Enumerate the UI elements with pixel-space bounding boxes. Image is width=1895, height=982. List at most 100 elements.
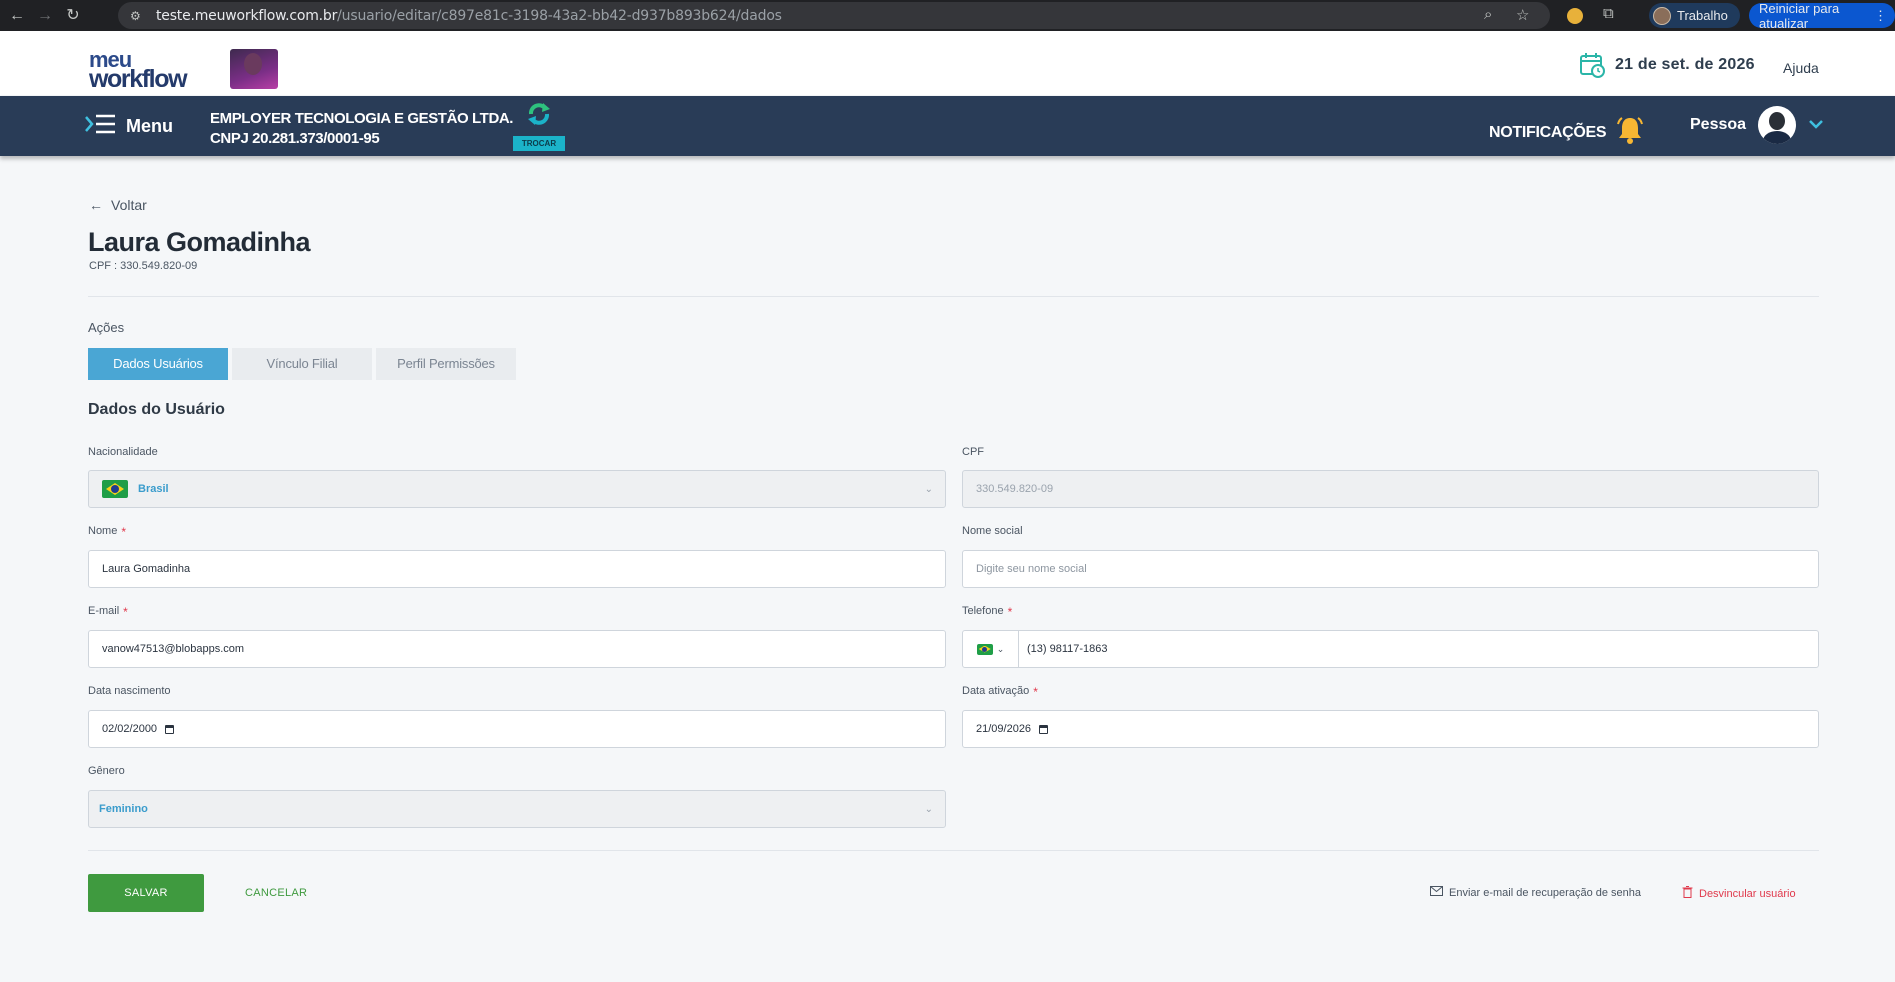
zoom-icon[interactable]: ⌕ bbox=[1484, 6, 1492, 23]
trash-icon bbox=[1682, 886, 1693, 901]
email-label: E-mail * bbox=[88, 605, 128, 619]
brazil-flag-icon bbox=[102, 480, 128, 498]
user-avatar bbox=[1758, 106, 1797, 144]
calendar-icon[interactable] bbox=[165, 724, 175, 734]
notifications-button[interactable]: NOTIFICAÇÕES bbox=[1489, 114, 1646, 151]
back-arrow-icon: ← bbox=[89, 197, 103, 213]
calendar-icon[interactable] bbox=[1039, 724, 1049, 734]
logo[interactable]: meu workflow bbox=[89, 48, 188, 94]
logo-line2: workflow bbox=[89, 65, 188, 94]
star-icon[interactable]: ☆ bbox=[1516, 6, 1529, 24]
switch-company[interactable]: TROCAR bbox=[513, 100, 565, 151]
divider bbox=[88, 850, 1819, 851]
forward-arrow-icon[interactable]: → bbox=[34, 5, 56, 27]
activation-date-input[interactable]: 21/09/2026 bbox=[962, 710, 1819, 748]
back-label: Voltar bbox=[111, 197, 147, 213]
update-label: Reiniciar para atualizar bbox=[1759, 0, 1840, 31]
name-label-text: Nome bbox=[88, 525, 118, 537]
help-link[interactable]: Ajuda bbox=[1783, 60, 1819, 76]
browser-toolbar: ← → ↻ ⚙ teste.meuworkflow.com.br/usuario… bbox=[0, 0, 1895, 31]
email-value: vanow47513@blobapps.com bbox=[102, 643, 245, 655]
tab-vinculo-filial[interactable]: Vínculo Filial bbox=[232, 348, 372, 380]
user-menu[interactable]: Pessoa bbox=[1690, 106, 1824, 144]
cpf-field: 330.549.820-09 bbox=[962, 470, 1819, 508]
required-mark: * bbox=[1033, 685, 1038, 699]
profile-button[interactable]: Trabalho bbox=[1649, 3, 1740, 28]
birth-date-input[interactable]: 02/02/2000 bbox=[88, 710, 946, 748]
company-cnpj: CNPJ 20.281.373/0001-95 bbox=[210, 130, 380, 147]
activation-date-label: Data ativação * bbox=[962, 685, 1038, 699]
name-input[interactable]: Laura Gomadinha bbox=[88, 550, 946, 588]
back-link[interactable]: ← Voltar bbox=[89, 197, 147, 213]
update-button[interactable]: Reiniciar para atualizar ⋮ bbox=[1749, 0, 1895, 31]
nationality-label: Nacionalidade bbox=[88, 446, 158, 458]
site-info-icon[interactable]: ⚙ bbox=[130, 9, 148, 23]
main-navbar: Menu EMPLOYER TECNOLOGIA E GESTÃO LTDA. … bbox=[0, 96, 1895, 156]
page-title: Laura Gomadinha bbox=[88, 227, 311, 257]
url-text[interactable]: teste.meuworkflow.com.br/usuario/editar/… bbox=[156, 8, 782, 24]
url-path: /usuario/editar/c897e81c-3198-43a2-bb42-… bbox=[337, 7, 782, 24]
switch-button[interactable]: TROCAR bbox=[513, 136, 565, 151]
recover-password-label: Enviar e-mail de recuperação de senha bbox=[1449, 886, 1642, 899]
required-mark: * bbox=[123, 605, 128, 619]
menu-icon bbox=[84, 113, 116, 140]
nationality-select[interactable]: Brasil ⌄ bbox=[88, 470, 946, 508]
unlink-user-label: Desvincular usuário bbox=[1699, 887, 1796, 900]
mail-icon bbox=[1430, 886, 1443, 899]
app-header: meu workflow 21 de set. de 2026 Ajuda bbox=[0, 31, 1895, 95]
phone-input[interactable]: ⌄ (13) 98117-1863 bbox=[962, 630, 1819, 668]
company-name: EMPLOYER TECNOLOGIA E GESTÃO LTDA. bbox=[210, 110, 514, 127]
gender-label-text: Gênero bbox=[88, 765, 125, 777]
calendar-icon bbox=[1579, 52, 1605, 78]
url-host: teste.meuworkflow.com.br bbox=[156, 7, 338, 24]
unlink-user-link[interactable]: Desvincular usuário bbox=[1682, 886, 1796, 901]
activation-date-label-text: Data ativação bbox=[962, 685, 1030, 697]
profile-label: Trabalho bbox=[1677, 8, 1728, 23]
divider bbox=[88, 296, 1819, 297]
cpf-label: CPF bbox=[962, 446, 984, 458]
chevron-down-icon bbox=[1808, 116, 1824, 134]
reload-icon[interactable]: ↻ bbox=[62, 5, 84, 27]
date-text: 21 de set. de 2026 bbox=[1615, 56, 1755, 73]
chevron-down-icon: ⌄ bbox=[924, 804, 933, 815]
email-label-text: E-mail bbox=[88, 605, 120, 617]
chevron-down-icon: ⌄ bbox=[924, 484, 933, 495]
switch-icon bbox=[525, 100, 553, 128]
phone-country-select[interactable]: ⌄ bbox=[963, 631, 1019, 667]
actions-label: Ações bbox=[88, 320, 125, 335]
social-name-label: Nome social bbox=[962, 525, 1023, 537]
tab-perfil-permissoes[interactable]: Perfil Permissões bbox=[376, 348, 516, 380]
cpf-value: 330.549.820-09 bbox=[976, 483, 1054, 495]
email-input[interactable]: vanow47513@blobapps.com bbox=[88, 630, 946, 668]
extensions-icon[interactable]: ⧉ bbox=[1603, 5, 1614, 22]
tabs: Dados Usuários Vínculo Filial Perfil Per… bbox=[88, 348, 516, 380]
cancel-button[interactable]: CANCELAR bbox=[245, 887, 307, 899]
bell-icon bbox=[1614, 114, 1646, 151]
extension-icon[interactable] bbox=[1567, 8, 1583, 24]
back-arrow-icon[interactable]: ← bbox=[6, 5, 28, 27]
menu-button[interactable]: Menu bbox=[84, 113, 173, 140]
tab-dados-usuarios[interactable]: Dados Usuários bbox=[88, 348, 228, 380]
recover-password-link[interactable]: Enviar e-mail de recuperação de senha bbox=[1430, 886, 1641, 899]
brand-avatar bbox=[230, 49, 278, 89]
social-name-placeholder: Digite seu nome social bbox=[976, 563, 1087, 575]
profile-avatar bbox=[1653, 6, 1671, 25]
nationality-label-text: Nacionalidade bbox=[88, 446, 158, 458]
menu-label: Menu bbox=[126, 116, 173, 136]
save-button[interactable]: SALVAR bbox=[88, 874, 204, 912]
more-icon: ⋮ bbox=[1874, 7, 1887, 23]
required-mark: * bbox=[1007, 605, 1013, 619]
gender-select[interactable]: Feminino ⌄ bbox=[88, 790, 946, 828]
brazil-flag-icon bbox=[976, 643, 993, 655]
nationality-value: Brasil bbox=[138, 483, 169, 495]
name-value: Laura Gomadinha bbox=[102, 563, 191, 575]
company-info: EMPLOYER TECNOLOGIA E GESTÃO LTDA. CNPJ … bbox=[210, 109, 513, 149]
birth-date-label-text: Data nascimento bbox=[88, 685, 171, 697]
cpf-label-text: CPF bbox=[962, 446, 984, 458]
social-name-input[interactable]: Digite seu nome social bbox=[962, 550, 1819, 588]
notifications-label: NOTIFICAÇÕES bbox=[1489, 123, 1607, 141]
address-bar[interactable]: ⚙ teste.meuworkflow.com.br/usuario/edita… bbox=[118, 2, 1550, 29]
chevron-down-icon: ⌄ bbox=[996, 643, 1005, 654]
user-name: Pessoa bbox=[1690, 116, 1747, 133]
gender-value: Feminino bbox=[99, 803, 148, 815]
